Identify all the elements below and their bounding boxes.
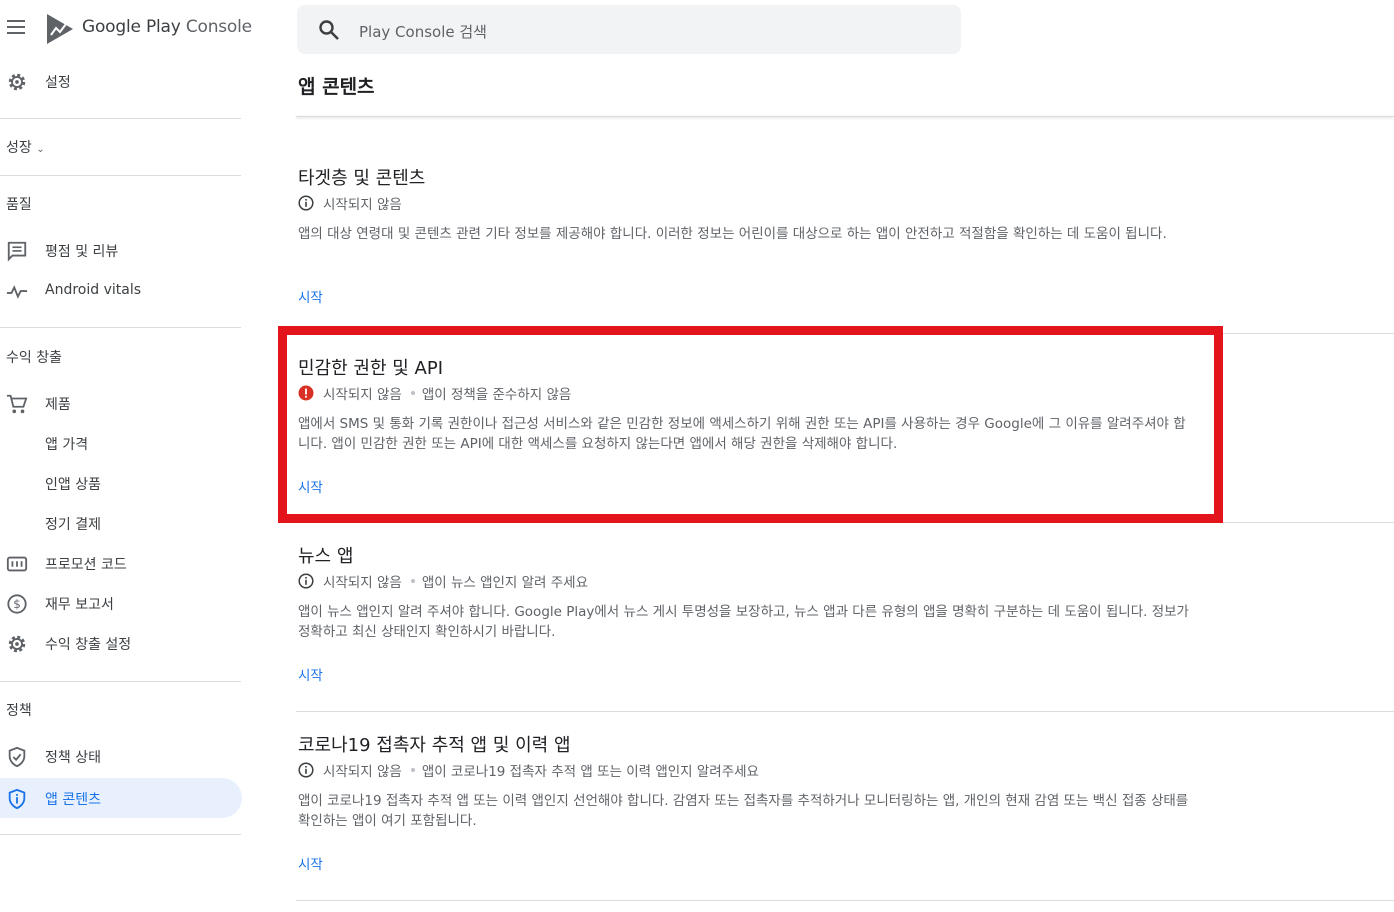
sidebar-item-label: Android vitals — [45, 282, 142, 298]
search-input[interactable]: Play Console 검색 — [359, 21, 487, 42]
brand-google: Google Play — [82, 17, 181, 37]
shield-info-icon — [8, 788, 26, 810]
review-icon — [7, 241, 27, 262]
card-divider — [296, 522, 1394, 523]
separator-dot — [410, 768, 415, 772]
start-link[interactable]: 시작 — [298, 476, 323, 496]
sidebar-item-subscriptions[interactable]: 정기 결제 — [0, 503, 242, 543]
sidebar-divider — [0, 681, 241, 682]
separator-dot — [410, 391, 415, 395]
card-covid-tracing: 코로나19 접촉자 추적 앱 및 이력 앱 시작되지 않음 앱이 코로나19 접… — [298, 731, 1198, 881]
sidebar-divider — [0, 327, 241, 328]
header-divider — [296, 116, 1394, 117]
card-divider — [296, 333, 1394, 334]
start-link[interactable]: 시작 — [298, 286, 323, 306]
sidebar-item-settings[interactable]: 설정 — [0, 61, 242, 101]
card-status: 시작되지 않음 앱이 코로나19 접촉자 추적 앱 또는 이력 앱인지 알려주세… — [298, 761, 759, 780]
card-divider — [296, 900, 1394, 901]
start-link[interactable]: 시작 — [298, 664, 323, 684]
sidebar-item-label: 정기 결제 — [45, 517, 101, 533]
status-text: 시작되지 않음 — [323, 387, 402, 403]
sidebar-item-app-content[interactable]: 앱 콘텐츠 — [0, 778, 242, 818]
sidebar-item-label: 앱 콘텐츠 — [45, 792, 101, 808]
sidebar-item-monetization-setup[interactable]: 수익 창출 설정 — [0, 623, 242, 663]
info-icon — [298, 195, 314, 211]
card-status: 시작되지 않음 앱이 정책을 준수하지 않음 — [298, 384, 572, 403]
card-description: 앱이 뉴스 앱인지 알려 주셔야 합니다. Google Play에서 뉴스 게… — [298, 604, 1189, 640]
card-news-app: 뉴스 앱 시작되지 않음 앱이 뉴스 앱인지 알려 주세요 앱이 뉴스 앱인지 … — [298, 542, 1198, 692]
card-title: 뉴스 앱 — [298, 546, 354, 567]
sidebar-item-label: 정책 상태 — [45, 750, 101, 766]
sidebar-item-label: 앱 가격 — [45, 437, 89, 453]
sidebar-item-promo-codes[interactable]: 프로모션 코드 — [0, 543, 242, 583]
sidebar-item-label: 설정 — [45, 75, 71, 91]
card-status: 시작되지 않음 앱이 뉴스 앱인지 알려 주세요 — [298, 572, 589, 591]
sidebar-section-monetization: 수익 창출 — [6, 350, 62, 366]
card-status: 시작되지 않음 — [298, 194, 402, 213]
menu-icon[interactable] — [7, 20, 27, 36]
separator-dot — [410, 579, 415, 583]
status-extra-text: 앱이 뉴스 앱인지 알려 주세요 — [421, 575, 589, 591]
chevron-down-icon: ⌄ — [36, 144, 45, 155]
sidebar-item-financial-reports[interactable]: $ 재무 보고서 — [0, 583, 242, 623]
sidebar-section-quality: 품질 — [6, 197, 32, 213]
sidebar-divider — [0, 175, 241, 176]
card-description: 앱의 대상 연령대 및 콘텐츠 관련 기타 정보를 제공해야 합니다. 이러한 … — [298, 226, 1167, 242]
brand-header: Google Play Console — [0, 0, 252, 56]
search-icon — [319, 20, 339, 40]
sidebar-divider — [0, 834, 241, 835]
sidebar-item-products[interactable]: 제품 — [0, 383, 242, 423]
shield-check-icon — [8, 746, 26, 768]
gear-icon — [8, 635, 26, 653]
sidebar-item-label: 평점 및 리뷰 — [45, 244, 119, 260]
sidebar-item-policy-status[interactable]: 정책 상태 — [0, 736, 242, 776]
sidebar-item-android-vitals[interactable]: Android vitals — [0, 271, 242, 311]
gear-icon — [8, 73, 26, 91]
start-link[interactable]: 시작 — [298, 853, 323, 873]
card-description: 앱에서 SMS 및 통화 기록 권한이나 접근성 서비스와 같은 민감한 정보에… — [298, 416, 1186, 452]
sidebar-item-label: 프로모션 코드 — [45, 557, 127, 573]
info-icon — [298, 762, 314, 778]
sidebar-divider — [0, 118, 241, 119]
card-sensitive-permissions: 민감한 권한 및 API 시작되지 않음 앱이 정책을 준수하지 않음 앱에서 … — [298, 354, 1198, 504]
sidebar-item-app-pricing[interactable]: 앱 가격 — [0, 423, 242, 463]
status-extra-text: 앱이 정책을 준수하지 않음 — [421, 387, 572, 403]
shopping-cart-icon — [6, 394, 28, 414]
play-console-logo-icon — [47, 14, 73, 44]
sidebar: Google Play Console 설정 성장 ⌄ 품질 평점 및 리뷰 A… — [0, 0, 252, 912]
error-icon — [298, 385, 314, 401]
vitals-pulse-icon — [6, 285, 28, 299]
status-extra-text: 앱이 코로나19 접촉자 추적 앱 또는 이력 앱인지 알려주세요 — [421, 764, 759, 780]
sidebar-section-growth[interactable]: 성장 ⌄ — [6, 137, 45, 157]
page-title: 앱 콘텐츠 — [298, 76, 375, 98]
dollar-icon: $ — [7, 594, 27, 614]
status-text: 시작되지 않음 — [323, 764, 402, 780]
card-target-audience: 타겟층 및 콘텐츠 시작되지 않음 앱의 대상 연령대 및 콘텐츠 관련 기타 … — [298, 164, 1198, 314]
card-title: 코로나19 접촉자 추적 앱 및 이력 앱 — [298, 735, 571, 756]
status-text: 시작되지 않음 — [323, 575, 402, 591]
sidebar-section-policy: 정책 — [6, 703, 32, 719]
sidebar-item-ratings-reviews[interactable]: 평점 및 리뷰 — [0, 230, 242, 270]
section-label-growth: 성장 — [6, 140, 32, 156]
info-icon — [298, 573, 314, 589]
card-divider — [296, 711, 1394, 712]
card-title: 타겟층 및 콘텐츠 — [298, 168, 426, 189]
sidebar-item-label: 인앱 상품 — [45, 477, 101, 493]
card-title: 민감한 권한 및 API — [298, 358, 444, 379]
card-description: 앱이 코로나19 접촉자 추적 앱 또는 이력 앱인지 선언해야 합니다. 감염… — [298, 793, 1189, 829]
brand-title[interactable]: Google Play Console — [82, 17, 252, 37]
svg-text:$: $ — [13, 597, 21, 611]
sidebar-item-label: 제품 — [45, 397, 71, 413]
sidebar-item-in-app-products[interactable]: 인앱 상품 — [0, 463, 242, 503]
status-text: 시작되지 않음 — [323, 197, 402, 213]
sidebar-item-label: 재무 보고서 — [45, 597, 114, 613]
brand-console: Console — [185, 17, 252, 37]
promo-code-icon — [6, 556, 28, 572]
sidebar-item-label: 수익 창출 설정 — [45, 637, 132, 653]
search-bar[interactable]: Play Console 검색 — [297, 5, 961, 54]
